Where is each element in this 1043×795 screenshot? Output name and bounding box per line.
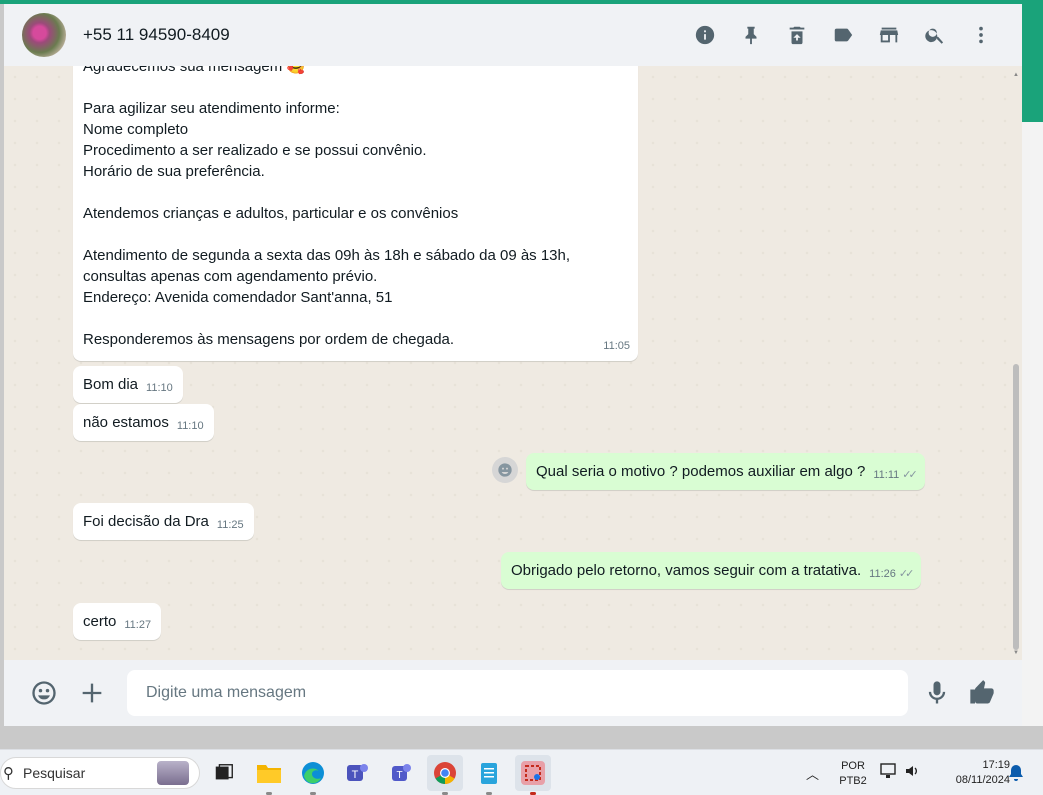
background-window-edge — [1022, 4, 1043, 122]
message-time: 11:25 — [216, 519, 244, 531]
message-bubble[interactable]: certo 11:27 — [73, 603, 162, 640]
message-bubble[interactable]: Bom dia 11:10 — [73, 366, 183, 403]
message-line: consultas apenas com agendamento prévio. — [83, 268, 378, 285]
message-time: 11:11 — [873, 469, 900, 481]
composer-bar — [4, 660, 1022, 726]
notepad-icon[interactable] — [471, 755, 507, 795]
notification-bell-icon[interactable] — [1008, 764, 1024, 787]
teams-classic-icon[interactable]: T — [339, 755, 375, 791]
thumbs-up-icon[interactable] — [967, 678, 997, 708]
message-bubble[interactable]: Qual seria o motivo ? podemos auxiliar e… — [526, 453, 925, 490]
clock-date: 08/11/2024 — [955, 774, 1010, 786]
search-icon: ⚲ — [3, 765, 14, 782]
react-emoji-icon[interactable] — [492, 457, 518, 483]
snipping-tool-icon[interactable] — [515, 755, 551, 795]
svg-text:T: T — [352, 769, 359, 781]
file-explorer-icon[interactable] — [251, 755, 287, 795]
windows-taskbar: ⚲ Pesquisar T T ︿ POR PTB2 17:19 08/11/2… — [0, 749, 1043, 795]
message-line: Horário de sua preferência. — [83, 163, 265, 180]
header-actions — [694, 4, 992, 66]
volume-icon[interactable] — [904, 762, 922, 785]
message-line: Endereço: Avenida comendador Sant'anna, … — [83, 289, 393, 306]
message-time: 11:26 — [869, 568, 896, 580]
show-hidden-icons-chevron-icon[interactable]: ︿ — [806, 764, 819, 783]
message-line: Procedimento a ser realizado e se possui… — [83, 142, 427, 159]
message-input[interactable] — [127, 670, 908, 716]
message-text: Obrigado pelo retorno, vamos seguir com … — [511, 562, 862, 579]
whatsapp-window: +55 11 94590-8409 Agradecemos sua mensag… — [4, 4, 1022, 726]
message-time: 11:05 — [603, 340, 630, 352]
message-line — [83, 77, 628, 98]
label-icon[interactable] — [832, 24, 854, 46]
message-time: 11:10 — [176, 420, 204, 432]
store-icon[interactable] — [878, 24, 900, 46]
message-line — [83, 308, 628, 329]
message-bubble[interactable]: não estamos 11:10 — [73, 404, 214, 441]
message-line — [83, 224, 628, 245]
double-check-icon: ✓✓ — [898, 568, 915, 580]
menu-icon[interactable] — [970, 24, 992, 46]
taskbar-search-placeholder: Pesquisar — [23, 765, 86, 781]
message-list[interactable]: Agradecemos sua mensagem 🥰 Para agilizar… — [4, 66, 1022, 660]
message-line: Atendimento de segunda a sexta das 09h à… — [83, 247, 571, 264]
scroll-thumb[interactable] — [1013, 364, 1019, 650]
message-bubble[interactable]: Obrigado pelo retorno, vamos seguir com … — [501, 552, 922, 589]
message-text: Bom dia — [83, 376, 139, 393]
edge-browser-icon[interactable] — [295, 755, 331, 795]
delete-icon[interactable] — [786, 24, 808, 46]
svg-text:T: T — [396, 770, 402, 781]
scroll-up-icon[interactable]: ▲ — [1012, 72, 1020, 78]
avatar[interactable] — [22, 13, 66, 57]
message-line: Agradecemos sua mensagem 🥰 — [83, 66, 306, 75]
task-view-icon[interactable] — [206, 755, 242, 791]
chrome-icon[interactable] — [427, 755, 463, 795]
contact-name[interactable]: +55 11 94590-8409 — [83, 25, 230, 45]
message-line: Responderemos às mensagens por ordem de … — [83, 331, 455, 348]
message-line: Para agilizar seu atendimento informe: — [83, 100, 340, 117]
message-bubble[interactable]: Foi decisão da Dra 11:25 — [73, 503, 254, 540]
search-icon[interactable] — [924, 24, 946, 46]
taskbar-search[interactable]: ⚲ Pesquisar — [0, 757, 200, 789]
scrollbar[interactable]: ▲ ▼ — [1012, 72, 1020, 656]
microphone-icon[interactable] — [922, 678, 952, 708]
keyboard-layout: PTB2 — [839, 775, 867, 787]
message-line: Nome completo — [83, 121, 189, 138]
emoji-icon[interactable] — [29, 678, 59, 708]
message-line — [83, 182, 628, 203]
system-clock[interactable]: 17:19 08/11/2024 — [930, 758, 1010, 788]
pin-icon[interactable] — [740, 24, 762, 46]
input-language-indicator[interactable]: POR PTB2 — [836, 759, 870, 789]
attach-plus-icon[interactable] — [77, 678, 107, 708]
message-time: 11:10 — [146, 382, 173, 394]
message-text: Qual seria o motivo ? podemos auxiliar e… — [536, 463, 866, 480]
message-text: certo — [83, 613, 117, 630]
auto-reply-message[interactable]: Agradecemos sua mensagem 🥰 Para agilizar… — [73, 66, 638, 361]
scroll-down-icon[interactable]: ▼ — [1012, 650, 1020, 656]
clock-time: 17:19 — [982, 759, 1010, 771]
info-icon[interactable] — [694, 24, 716, 46]
double-check-icon: ✓✓ — [902, 469, 918, 481]
network-icon[interactable] — [880, 762, 898, 785]
search-highlight-image[interactable] — [157, 761, 189, 785]
message-time: 11:27 — [124, 619, 152, 631]
message-text: Foi decisão da Dra — [83, 513, 209, 530]
chat-header[interactable]: +55 11 94590-8409 — [4, 4, 1022, 66]
language-code: POR — [841, 760, 865, 772]
desktop-background — [1022, 122, 1043, 726]
teams-icon[interactable]: T — [383, 755, 419, 791]
message-text: não estamos — [83, 414, 169, 431]
message-line: Atendemos crianças e adultos, particular… — [83, 205, 459, 222]
